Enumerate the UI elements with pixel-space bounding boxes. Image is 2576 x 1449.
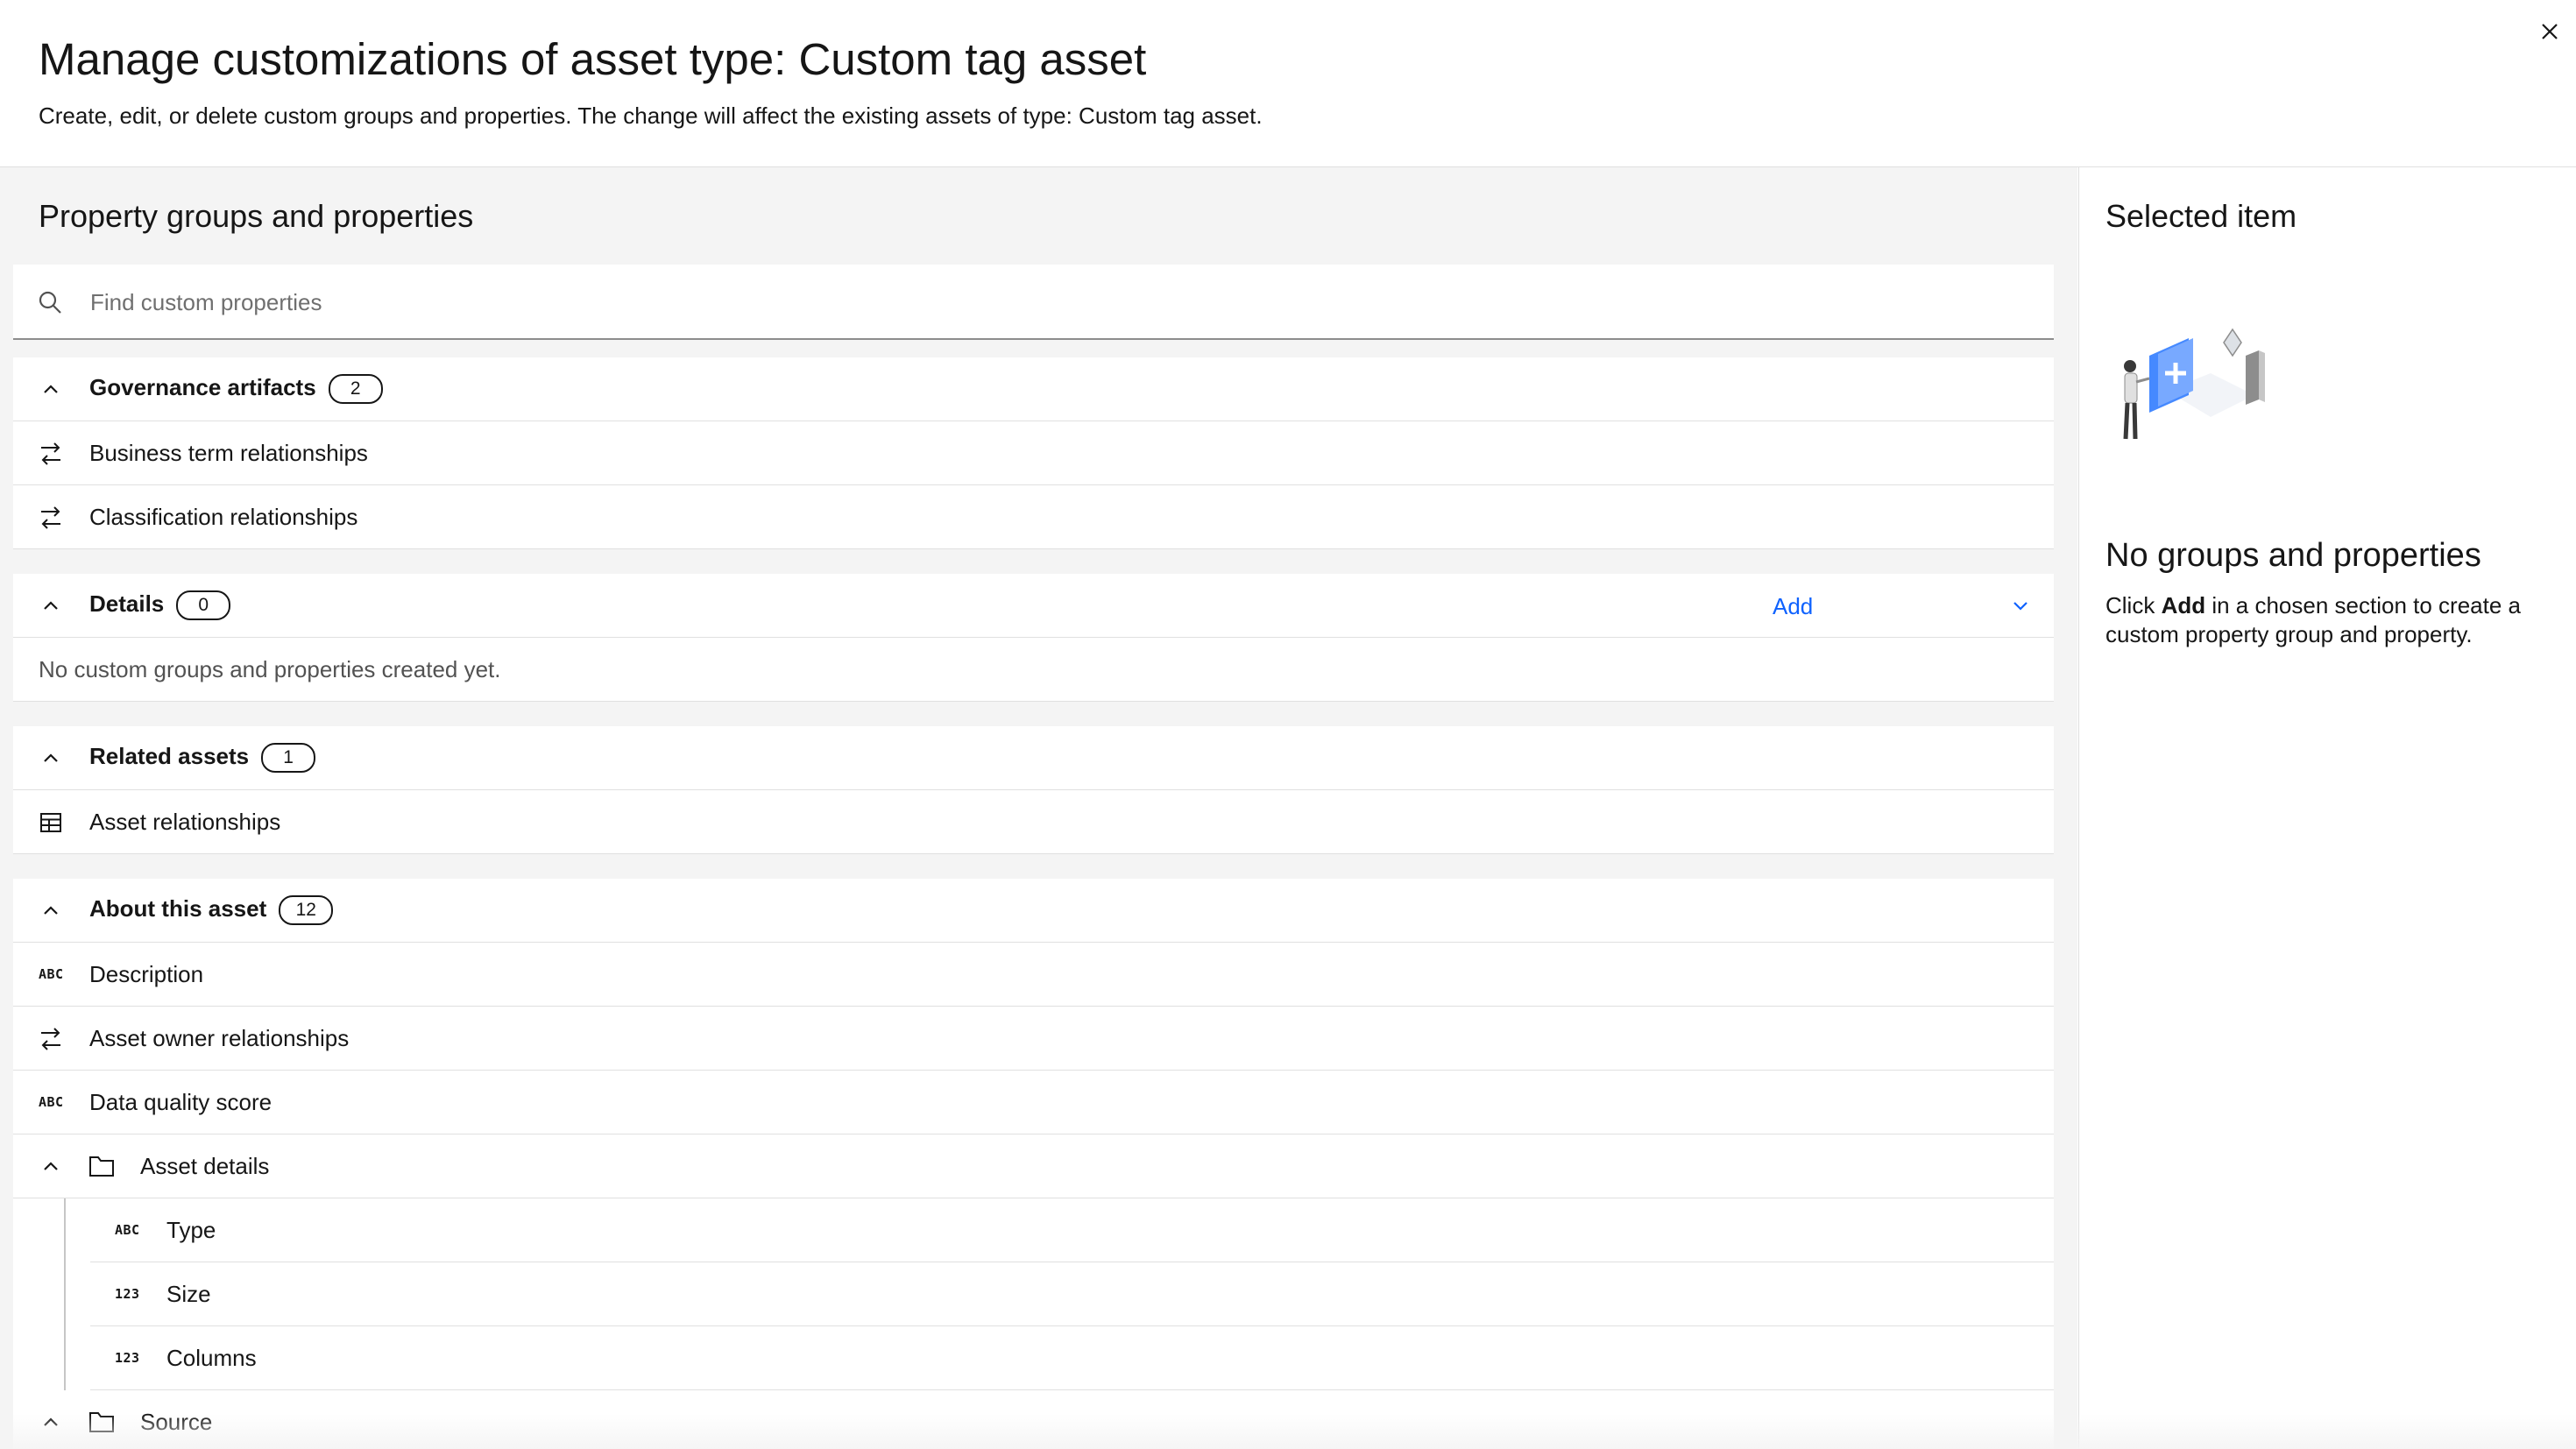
close-icon xyxy=(2542,24,2558,39)
number-type-icon: 123 xyxy=(115,1350,140,1366)
relationship-icon xyxy=(41,506,60,529)
folder-icon xyxy=(89,1412,114,1432)
list-item[interactable]: ABC Description xyxy=(13,943,2054,1007)
chevron-up-icon[interactable] xyxy=(39,595,62,618)
list-item[interactable]: Business term relationships xyxy=(13,421,2054,485)
section-title: Details 0 xyxy=(89,590,231,621)
list-item[interactable]: Classification relationships xyxy=(13,485,2054,549)
item-label: Type xyxy=(166,1216,216,1243)
add-label: Add xyxy=(1773,592,1814,619)
close-button[interactable] xyxy=(2532,14,2567,49)
chevron-up-icon[interactable] xyxy=(39,900,62,922)
search-input[interactable] xyxy=(88,277,2020,328)
item-label: Asset relationships xyxy=(89,808,281,835)
item-label: Description xyxy=(89,960,204,987)
relationship-icon xyxy=(41,442,60,465)
list-item[interactable]: 123 Columns xyxy=(90,1326,2054,1390)
list-item[interactable]: ABC Data quality score xyxy=(13,1071,2054,1134)
group-header-source[interactable]: Source xyxy=(13,1390,2054,1449)
list-item[interactable]: 123 Size xyxy=(90,1262,2054,1326)
empty-state-row: No custom groups and properties created … xyxy=(13,638,2054,702)
modal-header: Manage customizations of asset type: Cus… xyxy=(0,0,2576,167)
add-button[interactable]: Add xyxy=(1757,588,2037,625)
number-type-icon: 123 xyxy=(115,1286,140,1302)
panel-title: Selected item xyxy=(2105,198,2297,234)
list-item[interactable]: Asset relationships xyxy=(13,790,2054,854)
count-badge: 2 xyxy=(328,374,383,405)
count-badge: 0 xyxy=(176,590,231,621)
item-label: Classification relationships xyxy=(89,503,358,530)
text-type-icon: ABC xyxy=(115,1222,140,1238)
section-about-this-asset: About this asset 12 ABC Description Asset… xyxy=(13,879,2054,1449)
tree-line xyxy=(64,1198,66,1390)
count-badge: 12 xyxy=(279,895,334,926)
chevron-up-icon[interactable] xyxy=(39,1156,62,1178)
chevron-up-icon[interactable] xyxy=(39,747,62,770)
group-header-asset-details[interactable]: Asset details xyxy=(13,1134,2054,1198)
section-governance-artifacts: Governance artifacts 2 Business term rela… xyxy=(13,357,2054,549)
section-header[interactable]: Governance artifacts 2 xyxy=(13,357,2054,421)
item-label: Asset owner relationships xyxy=(89,1024,350,1051)
property-groups-panel: Property groups and properties Governanc… xyxy=(0,167,2077,1449)
count-badge: 1 xyxy=(261,743,316,774)
chevron-down-icon xyxy=(2013,602,2028,611)
item-label: Business term relationships xyxy=(89,439,368,466)
item-label: Size xyxy=(166,1280,211,1307)
text-type-icon: ABC xyxy=(39,966,64,982)
page-subtitle: Create, edit, or delete custom groups an… xyxy=(39,102,1263,129)
empty-state-illustration xyxy=(2123,328,2265,440)
section-title: Related assets 1 xyxy=(89,743,316,774)
group-label: Source xyxy=(140,1408,213,1435)
item-label: Columns xyxy=(166,1344,257,1371)
panel-title: Property groups and properties xyxy=(39,198,474,234)
property-list: Governance artifacts 2 Business term rela… xyxy=(13,357,2054,1449)
item-label: Data quality score xyxy=(89,1088,272,1115)
folder-icon xyxy=(89,1156,114,1177)
group-label: Asset details xyxy=(140,1152,270,1179)
list-item[interactable]: ABC Type xyxy=(90,1198,2054,1262)
section-header[interactable]: Related assets 1 xyxy=(13,726,2054,790)
section-related-assets: Related assets 1 Asset relationships xyxy=(13,726,2054,854)
empty-state-title: No groups and properties xyxy=(2105,537,2481,574)
section-title: About this asset 12 xyxy=(89,895,334,926)
list-item[interactable]: Asset owner relationships xyxy=(13,1007,2054,1071)
empty-text: No custom groups and properties created … xyxy=(39,655,501,682)
section-details: Details 0 Add No custom groups and proper… xyxy=(13,574,2054,702)
chevron-up-icon[interactable] xyxy=(39,378,62,401)
relationship-icon xyxy=(41,1028,60,1050)
table-icon xyxy=(40,813,61,832)
group-items: ABC Type 123 Size 123 Columns xyxy=(13,1198,2054,1390)
empty-state-description: Click Add in a chosen section to create … xyxy=(2105,592,2521,647)
text-type-icon: ABC xyxy=(39,1094,64,1110)
section-title: Governance artifacts 2 xyxy=(89,374,383,405)
page-title: Manage customizations of asset type: Cus… xyxy=(39,34,1147,84)
section-header[interactable]: About this asset 12 xyxy=(13,879,2054,943)
chevron-up-icon[interactable] xyxy=(39,1411,62,1434)
selected-item-panel: Selected item No groups and properties C… xyxy=(2078,167,2576,1449)
search-box xyxy=(13,265,2054,340)
search-icon xyxy=(39,291,61,314)
section-header[interactable]: Details 0 Add xyxy=(13,574,2054,638)
